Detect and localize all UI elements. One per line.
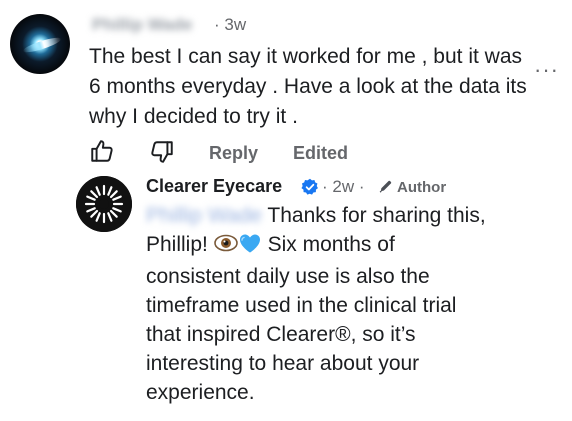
reply-timestamp[interactable]: · 2w ·	[322, 177, 365, 197]
thumbs-down-icon[interactable]	[149, 139, 175, 165]
reply-text: Phillip Wade Thanks for sharing this, Ph…	[146, 201, 491, 407]
brand-logo-icon	[76, 176, 132, 232]
reply-author-name[interactable]: Clearer Eyecare	[146, 176, 282, 197]
brand-avatar[interactable]	[76, 176, 132, 232]
eye-emoji	[213, 232, 238, 262]
reply-text-part2: Six months of consistent daily use is al…	[146, 233, 457, 404]
comment-timestamp[interactable]: · 3w	[214, 15, 246, 35]
commenter-name[interactable]: Phillip Wade	[92, 15, 192, 35]
commenter-avatar[interactable]	[10, 14, 70, 74]
author-badge-label: Author	[397, 179, 447, 196]
author-badge: Author	[378, 178, 446, 198]
thumbs-up-icon[interactable]	[89, 138, 115, 164]
mention-link[interactable]: Phillip Wade	[146, 204, 262, 227]
edited-label: Edited	[293, 143, 349, 163]
comment-actions	[89, 138, 209, 166]
blue-heart-emoji	[238, 232, 262, 262]
comment-text: The best I can say it worked for me , bu…	[89, 45, 527, 128]
verified-badge-icon	[301, 178, 319, 201]
avatar-light-streak	[21, 35, 63, 55]
reply-button[interactable]: Reply	[209, 143, 258, 164]
pen-icon	[378, 178, 394, 198]
more-options-icon[interactable]: ···	[534, 59, 559, 81]
